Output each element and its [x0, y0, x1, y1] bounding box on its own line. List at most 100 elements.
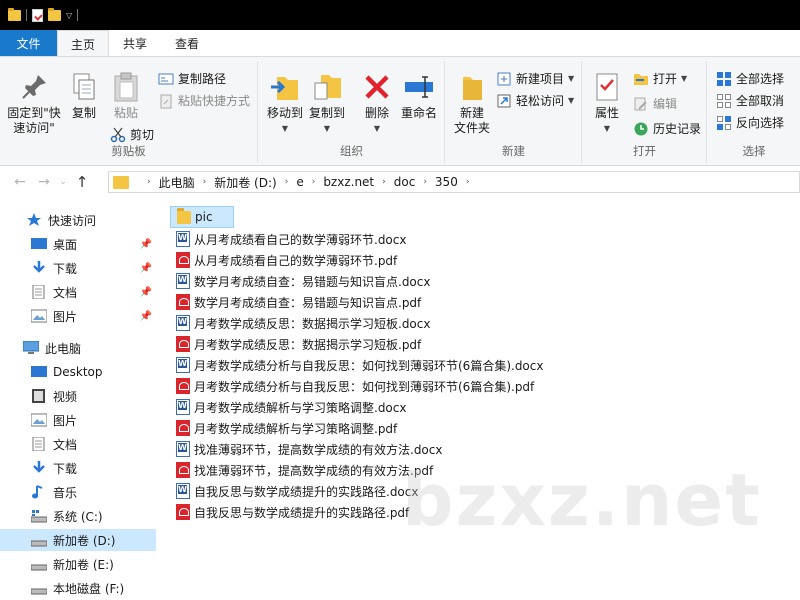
open-group-label: 打开	[633, 144, 656, 158]
list-item[interactable]: 自我反思与数学成绩提升的实践路径.docx	[170, 480, 418, 502]
chevron-right-icon[interactable]: ›	[304, 177, 324, 187]
chevron-down-icon[interactable]: ⌄	[56, 177, 70, 187]
list-item[interactable]: 月考数学成绩分析与自我反思：如何找到薄弱环节(6篇合集).pdf	[170, 375, 534, 397]
new-folder-button[interactable]: 新建 文件夹	[450, 71, 494, 136]
nav-downloads-pc[interactable]: 下载	[0, 457, 156, 479]
copy-button[interactable]: 复制	[66, 71, 102, 121]
select-none-label: 全部取消	[736, 94, 785, 108]
breadcrumb-drive-d[interactable]: 新加卷 (D:)	[214, 174, 276, 191]
nav-pictures-label: 图片	[53, 309, 78, 324]
select-none-button[interactable]: 全部取消	[716, 92, 784, 109]
nav-pictures-pc[interactable]: 图片	[0, 409, 156, 431]
breadcrumb-bzxz[interactable]: bzxz.net	[323, 175, 374, 189]
edit-label: 编辑	[653, 97, 678, 111]
nav-documents[interactable]: 文档 📌	[0, 281, 156, 303]
tab-home[interactable]: 主页	[57, 30, 110, 57]
delete-button[interactable]: 删除 ▼	[359, 71, 395, 136]
breadcrumb-this-pc[interactable]: 此电脑	[159, 174, 195, 191]
paste-icon	[110, 71, 142, 103]
properties-button[interactable]: 属性 ▼	[587, 71, 627, 136]
nav-desktop[interactable]: 桌面 📌	[0, 233, 156, 255]
list-item[interactable]: 数学月考成绩自查：易错题与知识盲点.docx	[170, 270, 430, 292]
cut-button[interactable]: 剪切	[110, 126, 154, 143]
copy-to-icon	[311, 71, 343, 103]
list-item[interactable]: 月考数学成绩反思：数据揭示学习短板.pdf	[170, 333, 421, 355]
copy-to-button[interactable]: 复制到 ▼	[307, 71, 347, 136]
new-folder-label: 新建 文件夹	[453, 106, 490, 135]
nav-downloads[interactable]: 下载 📌	[0, 257, 156, 279]
nav-drive-c-label: 系统 (C:)	[53, 509, 103, 524]
back-arrow-icon[interactable]: ←	[8, 174, 32, 190]
select-all-label: 全部选择	[736, 72, 785, 86]
invert-selection-button[interactable]: 反向选择	[716, 114, 784, 131]
up-arrow-icon[interactable]: ↑	[70, 173, 94, 191]
move-to-button[interactable]: 移动到 ▼	[265, 71, 305, 136]
list-item[interactable]: 月考数学成绩解析与学习策略调整.docx	[170, 396, 406, 418]
nav-drive-f[interactable]: 本地磁盘 (F:)	[0, 577, 156, 599]
pdf-icon	[176, 336, 190, 352]
rename-icon	[403, 71, 435, 103]
list-item[interactable]: pic	[170, 206, 234, 228]
address-bar[interactable]: › 此电脑 › 新加卷 (D:) › e › bzxz.net › doc › …	[108, 171, 800, 193]
list-item[interactable]: 月考数学成绩解析与学习策略调整.pdf	[170, 417, 397, 439]
edit-button[interactable]: 编辑	[633, 95, 677, 112]
nav-documents-pc[interactable]: 文档	[0, 433, 156, 455]
list-item[interactable]: 月考数学成绩反思：数据揭示学习短板.docx	[170, 312, 430, 334]
nav-drive-d[interactable]: 新加卷 (D:)	[0, 529, 156, 551]
open-button[interactable]: 打开 ▼	[633, 70, 687, 87]
nav-this-pc[interactable]: 此电脑	[0, 337, 156, 359]
forward-arrow-icon[interactable]: →	[32, 174, 56, 190]
list-item[interactable]: 找准薄弱环节，提高数学成绩的有效方法.pdf	[170, 459, 433, 481]
word-document-icon	[176, 399, 190, 415]
chevron-right-icon[interactable]: ›	[374, 177, 394, 187]
nav-pictures[interactable]: 图片 📌	[0, 305, 156, 327]
nav-desktop-pc[interactable]: Desktop	[0, 361, 156, 383]
copy-path-button[interactable]: 复制路径	[158, 70, 226, 87]
nav-music[interactable]: 音乐	[0, 481, 156, 503]
new-item-button[interactable]: 新建项目 ▼	[496, 70, 574, 87]
pin-icon: 📌	[139, 310, 152, 322]
list-item[interactable]: 从月考成绩看自己的数学薄弱环节.pdf	[170, 249, 397, 271]
breadcrumb-e[interactable]: e	[296, 175, 303, 189]
nav-drive-e[interactable]: 新加卷 (E:)	[0, 553, 156, 575]
word-document-icon	[176, 441, 190, 457]
nav-quick-access[interactable]: 快速访问	[0, 209, 156, 231]
nav-videos-label: 视频	[53, 389, 78, 404]
list-item[interactable]: 月考数学成绩分析与自我反思：如何找到薄弱环节(6篇合集).docx	[170, 354, 543, 376]
file-name: pic	[195, 210, 213, 224]
tab-share[interactable]: 共享	[109, 30, 161, 57]
nav-videos[interactable]: 视频	[0, 385, 156, 407]
tab-file[interactable]: 文件	[0, 30, 57, 57]
select-all-button[interactable]: 全部选择	[716, 70, 784, 87]
chevron-right-icon[interactable]: ›	[277, 177, 297, 187]
ribbon-tabs: 文件 主页 共享 查看	[0, 30, 800, 57]
tab-view[interactable]: 查看	[161, 30, 213, 57]
list-item[interactable]: 找准薄弱环节，提高数学成绩的有效方法.docx	[170, 438, 442, 460]
chevron-right-icon[interactable]: ›	[139, 177, 159, 187]
nav-drive-c[interactable]: 系统 (C:)	[0, 505, 156, 527]
list-item[interactable]: 数学月考成绩自查：易错题与知识盲点.pdf	[170, 291, 421, 313]
list-item[interactable]: 自我反思与数学成绩提升的实践路径.pdf	[170, 501, 409, 523]
chevron-right-icon[interactable]: ›	[458, 177, 478, 187]
properties-icon[interactable]	[32, 8, 43, 22]
file-name: 月考数学成绩反思：数据揭示学习短板.docx	[194, 316, 431, 331]
nav-documents-pc-label: 文档	[53, 437, 78, 452]
history-button[interactable]: 历史记录	[633, 120, 701, 137]
list-item[interactable]: 从月考成绩看自己的数学薄弱环节.docx	[170, 228, 406, 250]
breadcrumb-350[interactable]: 350	[435, 175, 458, 189]
customize-toolbar-icon[interactable]: ▽	[66, 11, 72, 20]
new-folder-icon[interactable]	[48, 7, 61, 21]
rename-button[interactable]: 重命名	[397, 71, 441, 121]
breadcrumb-doc[interactable]: doc	[394, 175, 416, 189]
desktop-icon	[31, 365, 47, 379]
paste-shortcut-button[interactable]: 粘贴快捷方式	[158, 92, 250, 109]
pdf-icon	[176, 420, 190, 436]
chevron-right-icon[interactable]: ›	[195, 177, 215, 187]
easy-access-button[interactable]: 轻松访问 ▼	[496, 92, 574, 109]
pin-quick-access-button[interactable]: 固定到"快速访问"	[4, 71, 64, 136]
nav-drive-d-label: 新加卷 (D:)	[53, 533, 116, 548]
paste-button[interactable]: 粘贴	[108, 71, 144, 121]
pdf-icon	[176, 294, 190, 310]
easy-access-icon	[496, 93, 512, 109]
chevron-right-icon[interactable]: ›	[415, 177, 435, 187]
